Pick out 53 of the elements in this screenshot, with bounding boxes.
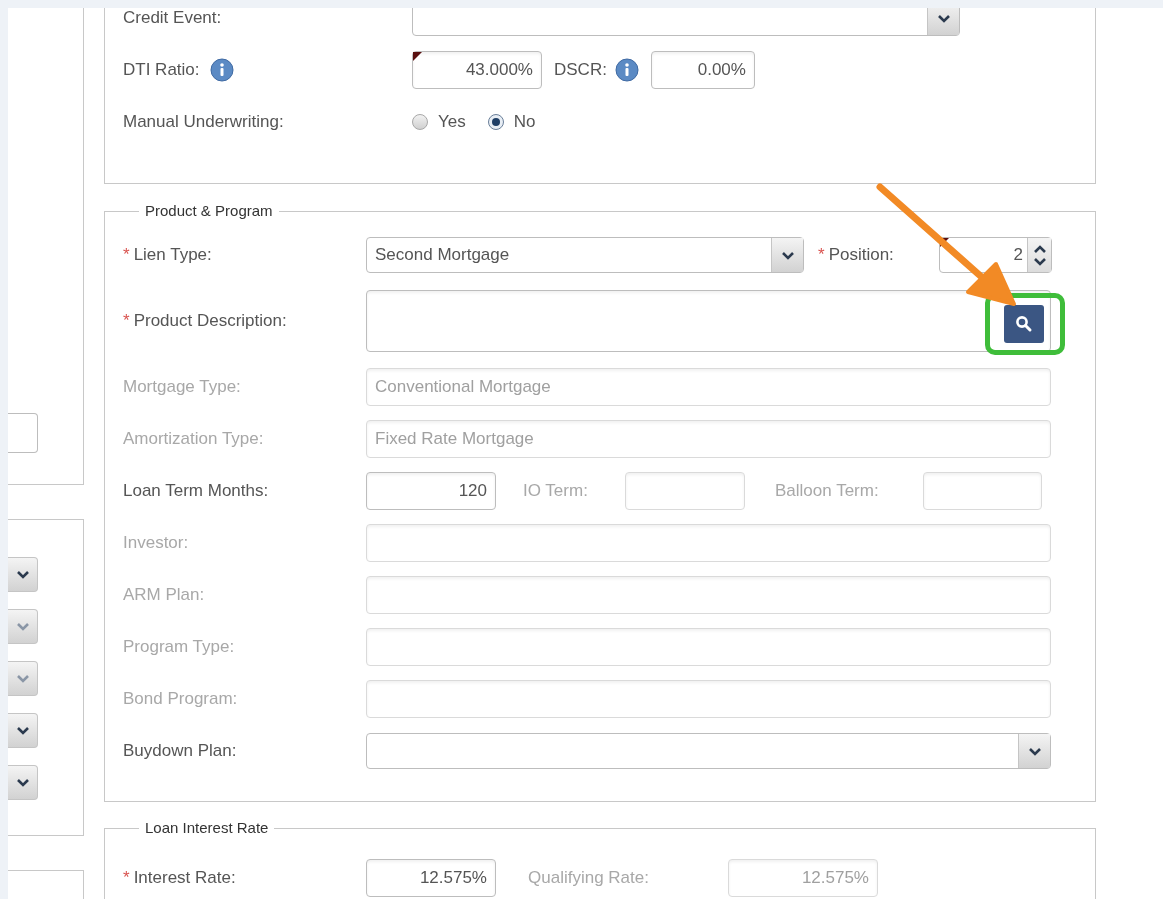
required-mark: * [123,310,130,333]
radio-option[interactable]: Yes [412,109,466,135]
text-area[interactable] [366,290,1051,352]
chevron-down-icon [780,250,795,260]
chevron-down-icon [15,725,30,735]
dropdown-field[interactable] [412,8,960,36]
field-label: Position: [828,244,894,267]
info-icon[interactable] [209,58,234,82]
dropdown-button[interactable] [8,712,38,748]
text-field[interactable]: 120 [366,472,496,510]
section-title: Loan Interest Rate [144,818,270,838]
section-title: Product & Program [144,201,274,221]
radio-option[interactable]: No [487,109,536,135]
field-label: Loan Term Months: [123,480,269,503]
dropdown-button[interactable] [8,556,38,592]
field-label: Amortization Type: [123,428,264,451]
search-icon [1015,315,1033,333]
field-label: Balloon Term: [775,480,879,503]
field-label: Lien Type: [133,244,212,267]
field-label: Qualifying Rate: [528,867,649,890]
field-label: ARM Plan: [123,584,205,607]
text-field[interactable] [8,413,38,453]
required-mark: * [818,244,825,267]
field-label: Program Type: [123,636,235,659]
field-label: Credit Event: [123,8,222,30]
field-label: DSCR: [554,59,607,82]
required-mark: * [123,244,130,267]
dropdown-field[interactable]: Second Mortgage [366,237,804,273]
dropdown-field[interactable] [366,733,1051,769]
chevron-down-icon [15,621,30,631]
field-label: Manual Underwriting: [123,111,284,134]
field-label: Product Description: [133,310,287,333]
text-field[interactable]: 43.000% [412,51,542,89]
chevron-down-icon [15,777,30,787]
field-label: IO Term: [523,480,588,503]
field-label: DTI Ratio: [123,59,200,82]
text-field[interactable]: 12.575% [366,859,496,897]
field-label: Mortgage Type: [123,376,241,399]
chevron-up-icon [1032,244,1047,254]
text-field[interactable]: 0.00% [650,51,755,89]
chevron-down-icon [15,569,30,579]
search-button[interactable] [1004,305,1044,343]
info-icon[interactable] [614,58,639,82]
chevron-down-icon [1032,256,1047,266]
field-label: Investor: [123,532,189,555]
required-mark: * [123,867,130,890]
field-label: Interest Rate: [133,867,236,890]
chevron-down-icon [1027,746,1042,756]
chevron-down-icon [936,13,951,23]
field-label: Buydown Plan: [123,740,237,763]
dropdown-button[interactable] [8,764,38,800]
field-label: Bond Program: [123,688,238,711]
chevron-down-icon [15,673,30,683]
